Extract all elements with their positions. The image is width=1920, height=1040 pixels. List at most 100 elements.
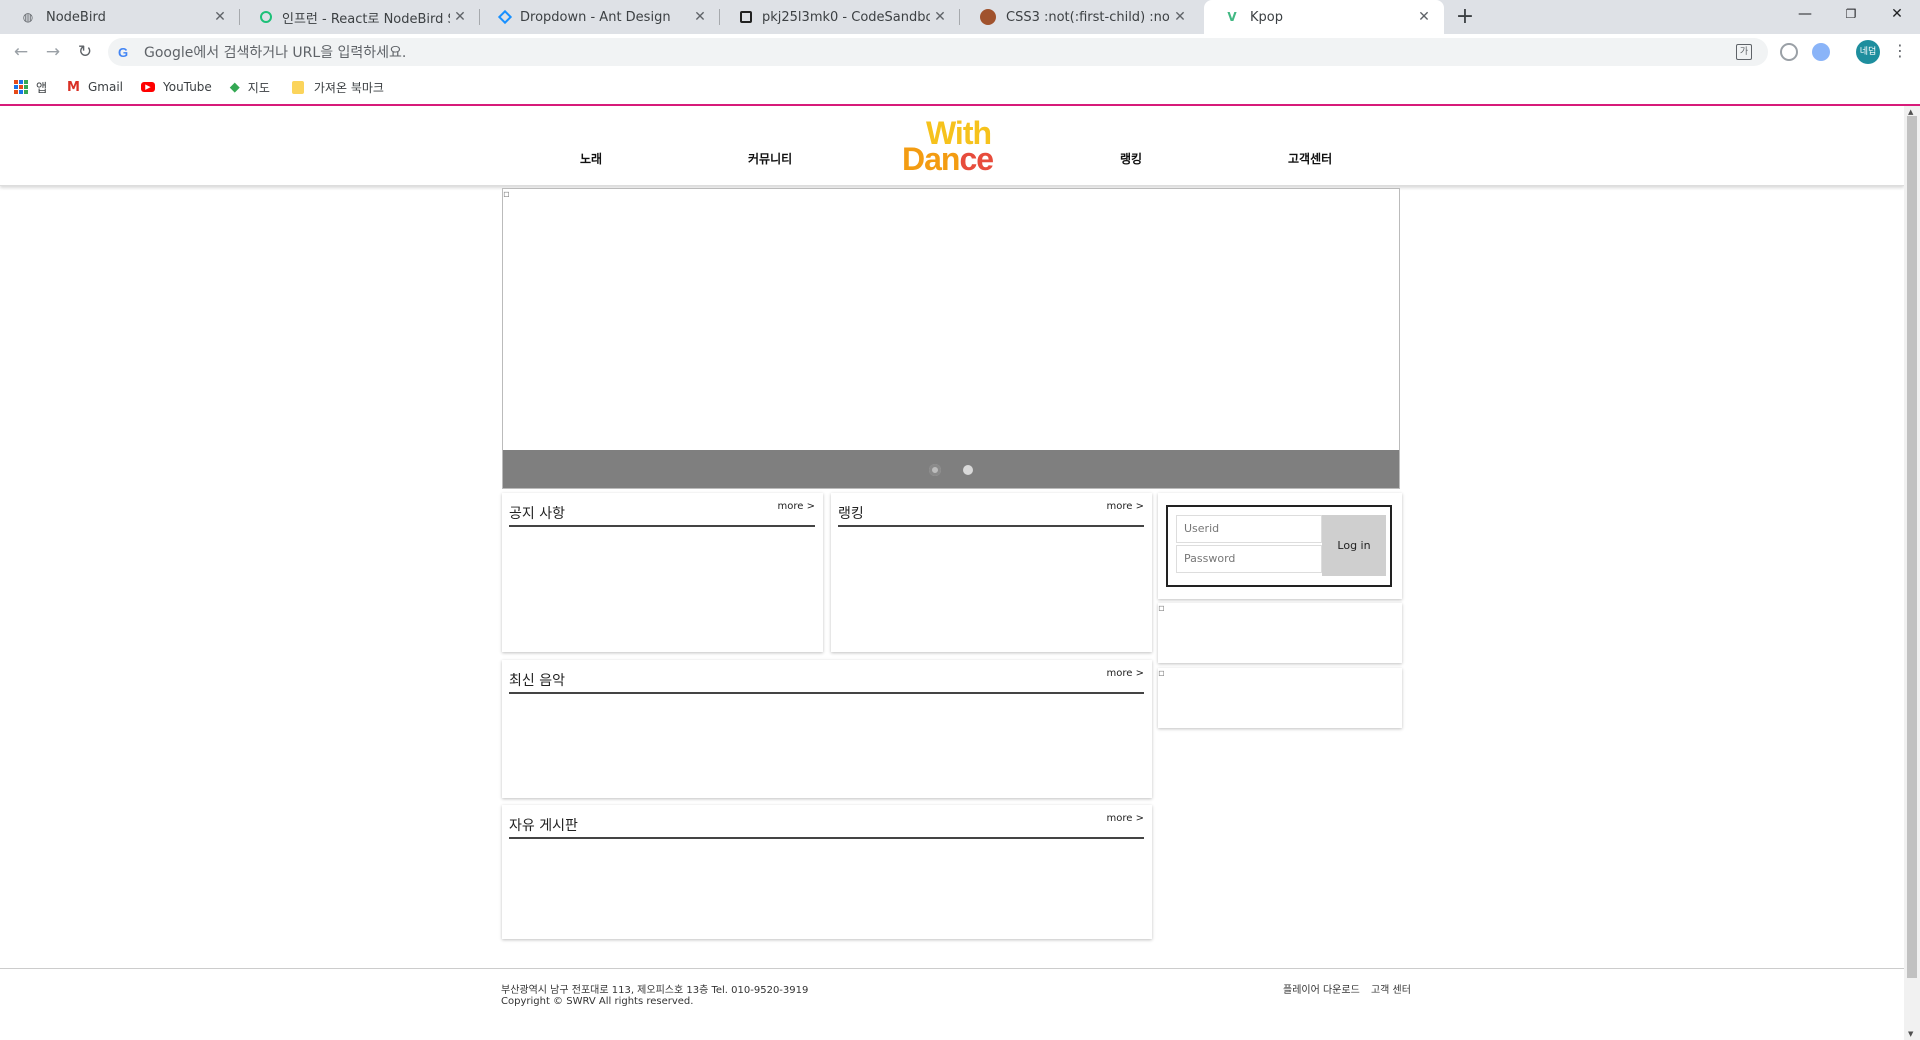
window-close-icon[interactable]: ✕ [1874, 0, 1920, 30]
section-title: 최신 음악 [509, 673, 565, 689]
browser-tab[interactable]: 인프런 - React로 NodeBird SNS ✕ [240, 0, 480, 34]
browser-tab-active[interactable]: V Kpop ✕ [1204, 0, 1444, 34]
section-divider [509, 525, 815, 527]
password-input[interactable]: Password [1176, 545, 1322, 573]
bookmarks-bar: 앱 M Gmail ▶ YouTube ◆ 지도 가져온 북마크 [0, 70, 1920, 104]
side-banner[interactable]: ▫ [1158, 603, 1402, 663]
section-divider [509, 837, 1144, 839]
close-icon[interactable]: ✕ [450, 9, 470, 25]
address-bar[interactable]: G Google에서 검색하거나 URL을 입력하세요. 가 [108, 38, 1768, 66]
free-board-card: 자유 게시판 more > [502, 805, 1152, 939]
section-title: 자유 게시판 [509, 818, 578, 834]
tab-title: Dropdown - Ant Design [520, 9, 671, 25]
new-tab-button[interactable]: + [1452, 4, 1478, 30]
tab-title: CSS3 :not(:first-child) :not(:last-c [1006, 9, 1170, 25]
extension-icon[interactable] [1812, 43, 1830, 61]
section-title: 공지 사항 [509, 506, 565, 522]
address-placeholder: Google에서 검색하거나 URL을 입력하세요. [144, 45, 407, 61]
tab-title: NodeBird [46, 9, 106, 25]
browser-tab[interactable]: Dropdown - Ant Design ✕ [480, 0, 720, 34]
banner-carousel[interactable]: ▫ [502, 188, 1400, 489]
back-arrow-icon[interactable]: ← [10, 41, 32, 63]
more-link[interactable]: more > [778, 501, 815, 512]
footer-link-support[interactable]: 고객 센터 [1371, 985, 1411, 996]
browser-tab-strip: ◍ NodeBird ✕ 인프런 - React로 NodeBird SNS ✕… [0, 0, 1920, 34]
close-icon[interactable]: ✕ [930, 9, 950, 25]
section-divider [509, 692, 1144, 694]
extension-icon[interactable] [1780, 43, 1798, 61]
translate-icon[interactable]: 가 [1736, 44, 1752, 60]
bookmark-youtube[interactable]: ▶ YouTube [141, 80, 212, 94]
bookmark-label: 가져온 북마크 [313, 80, 384, 95]
youtube-icon: ▶ [141, 82, 155, 92]
cat-icon [980, 9, 996, 25]
carousel-dot[interactable] [963, 465, 973, 475]
nav-support[interactable]: 고객센터 [1288, 150, 1332, 167]
footer-copyright: Copyright © SWRV All rights reserved. [501, 996, 694, 1007]
vue-icon: V [1227, 10, 1237, 24]
broken-image-icon: ▫ [1158, 603, 1165, 614]
tab-title: pkj25l3mk0 - CodeSandbox [762, 9, 930, 25]
bookmark-apps[interactable]: 앱 [14, 79, 47, 96]
scroll-up-icon[interactable]: ▲ [1908, 108, 1913, 116]
more-link[interactable]: more > [1107, 813, 1144, 824]
footer-link-player-download[interactable]: 플레이어 다운로드 [1283, 985, 1360, 996]
nav-community[interactable]: 커뮤니티 [748, 150, 792, 167]
close-icon[interactable]: ✕ [690, 9, 710, 25]
carousel-dot-active[interactable] [929, 464, 941, 476]
site-footer: 부산광역시 남구 전포대로 113, 제오피스호 13층 Tel. 010-95… [0, 968, 1904, 1040]
broken-image-icon: ▫ [503, 189, 510, 200]
kebab-menu-icon[interactable]: ⋮ [1892, 41, 1908, 60]
close-icon[interactable]: ✕ [1170, 9, 1190, 25]
bookmark-maps[interactable]: ◆ 지도 [230, 79, 270, 96]
scroll-down-icon[interactable]: ▼ [1908, 1030, 1913, 1038]
browser-tab[interactable]: pkj25l3mk0 - CodeSandbox ✕ [720, 0, 960, 34]
footer-address: 부산광역시 남구 전포대로 113, 제오피스호 13층 Tel. 010-95… [501, 985, 809, 996]
section-divider [838, 525, 1144, 527]
browser-tab[interactable]: ◍ NodeBird ✕ [0, 0, 240, 34]
userid-input[interactable]: Userid [1176, 515, 1322, 543]
ranking-card: 랭킹 more > [831, 493, 1152, 652]
site-header: 노래 커뮤니티 With Dance 랭킹 고객센터 [0, 106, 1904, 186]
nav-songs[interactable]: 노래 [580, 150, 602, 167]
restore-icon[interactable]: ❐ [1828, 0, 1874, 30]
side-banner[interactable]: ▫ [1158, 668, 1402, 728]
browser-tab[interactable]: CSS3 :not(:first-child) :not(:last-c ✕ [960, 0, 1200, 34]
notice-card: 공지 사항 more > [502, 493, 823, 652]
site-logo[interactable]: With Dance [902, 117, 1002, 177]
login-form: Userid Password Log in [1166, 505, 1392, 587]
tab-title: 인프런 - React로 NodeBird SNS [282, 11, 450, 27]
logo-accent: ce [959, 141, 994, 177]
more-link[interactable]: more > [1107, 668, 1144, 679]
bookmark-label: 지도 [247, 80, 270, 95]
codesandbox-icon [740, 11, 752, 23]
bookmark-label: 앱 [36, 80, 48, 95]
login-button[interactable]: Log in [1322, 515, 1386, 576]
browser-toolbar: ← → ↻ G Google에서 검색하거나 URL을 입력하세요. 가 네덥 … [0, 34, 1920, 70]
bookmark-label: Gmail [87, 80, 123, 94]
forward-arrow-icon[interactable]: → [42, 41, 64, 63]
page-viewport: 노래 커뮤니티 With Dance 랭킹 고객센터 ▫ 공지 사항 more … [0, 106, 1904, 1040]
close-icon[interactable]: ✕ [210, 9, 230, 25]
inflearn-icon [260, 11, 272, 23]
scrollbar-thumb[interactable] [1907, 116, 1917, 978]
google-icon: G [118, 44, 129, 60]
bookmark-gmail[interactable]: M Gmail [67, 80, 123, 95]
folder-icon [291, 80, 304, 94]
footer-links: 플레이어 다운로드 고객 센터 [1275, 981, 1411, 996]
bookmark-folder[interactable]: 가져온 북마크 [291, 79, 384, 96]
close-icon[interactable]: ✕ [1414, 9, 1434, 25]
reload-icon[interactable]: ↻ [74, 41, 96, 63]
bookmark-label: YouTube [163, 80, 212, 94]
minimize-icon[interactable]: — [1782, 0, 1828, 30]
apps-icon [14, 80, 28, 94]
page-scrollbar[interactable]: ▲ ▼ [1904, 106, 1920, 1040]
nav-ranking[interactable]: 랭킹 [1120, 150, 1142, 167]
more-link[interactable]: more > [1107, 501, 1144, 512]
carousel-indicator-bar [503, 450, 1399, 488]
gmail-icon: M [67, 79, 80, 95]
maps-icon: ◆ [229, 79, 240, 95]
antd-icon [497, 9, 513, 25]
avatar[interactable]: 네덥 [1856, 40, 1880, 64]
globe-icon: ◍ [22, 10, 34, 24]
